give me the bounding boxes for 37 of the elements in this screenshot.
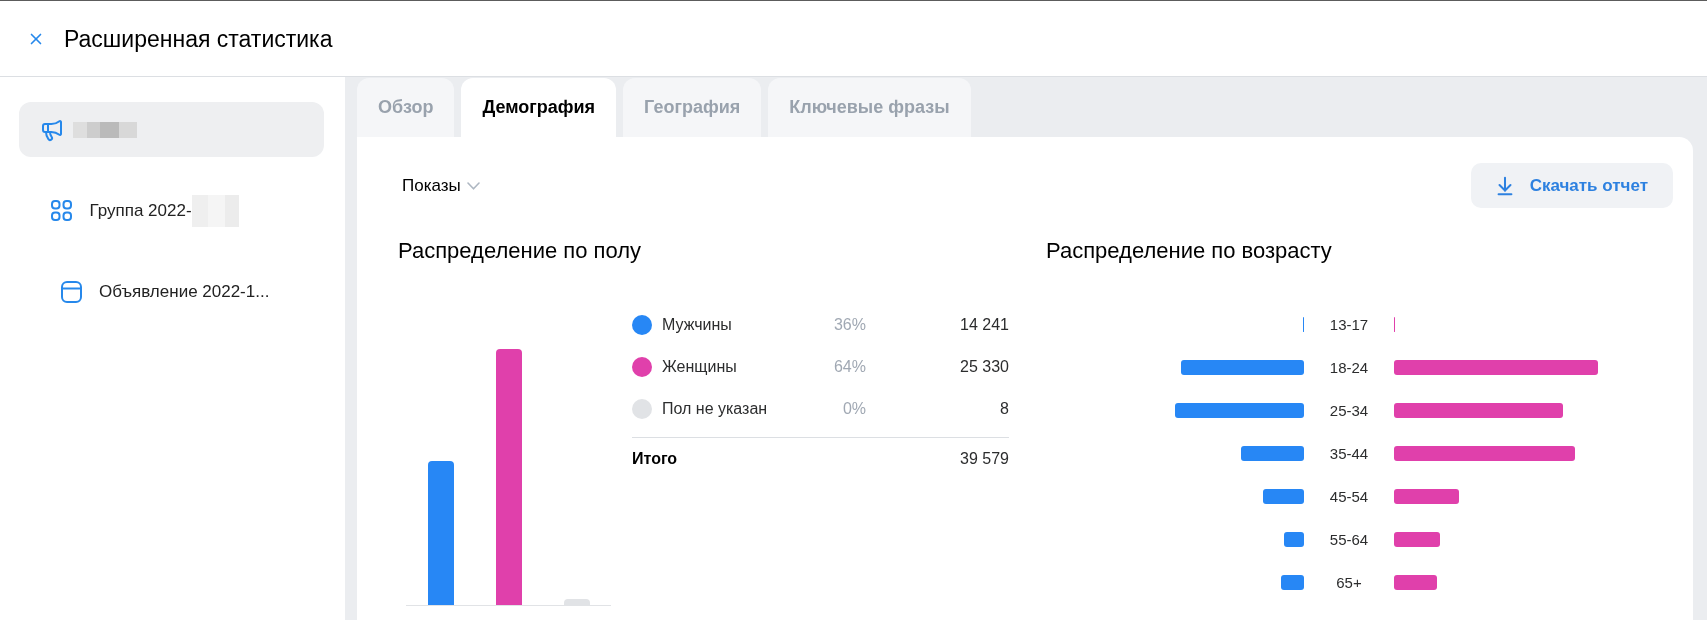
sidebar-item[interactable]: Объявление 2022-1...: [19, 264, 324, 319]
tab[interactable]: Демография: [461, 78, 617, 137]
right-age-bar: [1394, 489, 1459, 504]
chevron-down-icon: [466, 181, 480, 190]
legend-value: 25 330: [959, 358, 1009, 376]
section-title: Распределение по возрасту: [1046, 238, 1333, 264]
grid-icon: [50, 200, 72, 221]
legend-percent: 64%: [832, 358, 866, 376]
legend-label: Мужчины: [662, 316, 733, 334]
section-title: Распределение по полу: [398, 238, 643, 264]
legend-percent: 36%: [832, 316, 866, 334]
legend-label: Женщины: [662, 358, 738, 376]
age-group-label: 65+: [1335, 574, 1363, 591]
left-age-bar: [1281, 575, 1304, 590]
legend-label: Пол не указан: [662, 400, 769, 418]
megaphone-icon: [40, 117, 64, 142]
right-age-bar: [1394, 575, 1437, 590]
right-age-bar: [1394, 532, 1440, 547]
legend-value: 8: [999, 400, 1009, 418]
total-value: 39 579: [959, 450, 1009, 468]
age-group-label: 55-64: [1328, 531, 1370, 548]
download-report-button[interactable]: Скачать отчет: [1470, 163, 1673, 208]
left-age-bar: [1284, 532, 1304, 547]
metric-dropdown[interactable]: Показы: [398, 175, 480, 196]
age-group-label: 45-54: [1328, 488, 1370, 505]
age-group-label: 35-44: [1328, 445, 1370, 462]
left-age-bar: [1241, 446, 1304, 461]
sidebar-item[interactable]: Группа 2022-: [19, 183, 324, 238]
total-label: Итого: [632, 450, 679, 468]
legend-percent: 0%: [841, 400, 866, 418]
age-group-label: 13-17: [1328, 316, 1370, 333]
legend-value: 14 241: [959, 316, 1009, 334]
age-group-label: 25-34: [1328, 402, 1370, 419]
window-title: Расширенная статистика: [64, 24, 333, 53]
age-group-label: 18-24: [1328, 359, 1370, 376]
left-age-bar: [1263, 489, 1304, 504]
window-icon: [61, 280, 82, 303]
